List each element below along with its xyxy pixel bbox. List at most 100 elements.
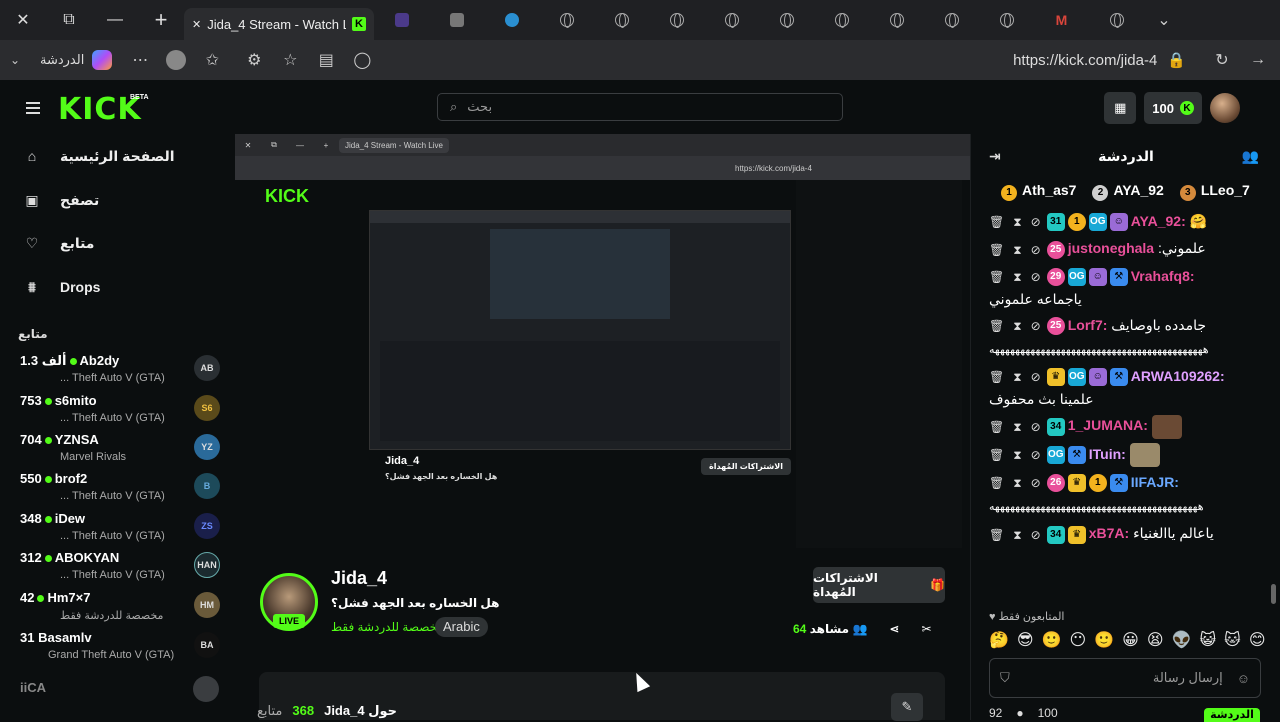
edit-button[interactable]: ✎	[891, 693, 923, 721]
emote[interactable]: 😊	[1249, 630, 1266, 650]
timeout-icon[interactable]: ⧗	[1013, 472, 1021, 494]
tab-7[interactable]	[649, 0, 704, 40]
top-gifter[interactable]: 3 LLeo_7	[1179, 182, 1250, 201]
tab-gmail[interactable]: M	[1034, 0, 1089, 40]
chat-scrollbar[interactable]	[1271, 584, 1276, 604]
share-icon[interactable]: ⋖	[889, 622, 899, 636]
channel-item[interactable]: 31 Basamlv Grand Theft Auto V (GTA) BA	[20, 630, 220, 666]
emote[interactable]: 😎	[1017, 630, 1034, 650]
emoji-icon[interactable]: ☺	[1237, 671, 1250, 686]
channel-item[interactable]: 312 ABOKYAN ... Theft Auto V (GTA) HAN	[20, 550, 220, 586]
tab-10[interactable]	[814, 0, 869, 40]
chat-username[interactable]: AYA_92:	[1131, 213, 1186, 229]
more-icon[interactable]: ⋯	[122, 40, 158, 80]
ban-icon[interactable]: ⊘	[1031, 211, 1041, 233]
top-gifter[interactable]: 1 Ath_as7	[1001, 182, 1076, 201]
url-field[interactable]: https://kick.com/jida-4 🔒	[1013, 40, 1186, 80]
sidebar-item-browse[interactable]: ▣ تصفح	[22, 190, 99, 210]
footer-avatar[interactable]	[193, 676, 219, 702]
new-tab-icon[interactable]: +	[138, 0, 184, 40]
delete-icon[interactable]: 🗑	[989, 239, 1004, 261]
forward-icon[interactable]: →	[1240, 40, 1276, 80]
chat-username[interactable]: ITuin:	[1089, 446, 1126, 462]
ban-icon[interactable]: ⊘	[1031, 266, 1041, 288]
ban-icon[interactable]: ⊘	[1031, 472, 1041, 494]
streamer-name[interactable]: Jida_4	[331, 568, 387, 589]
clip-icon[interactable]: ✂	[921, 622, 931, 636]
copilot-button[interactable]: الدردشة	[30, 50, 122, 70]
collapse-chat-icon[interactable]: ⇥	[989, 148, 1001, 165]
ban-icon[interactable]: ⊘	[1031, 239, 1041, 261]
timeout-icon[interactable]: ⧗	[1013, 524, 1021, 546]
sidebar-item-following[interactable]: ♡ متابع	[22, 233, 95, 253]
emote[interactable]: 🙂	[1042, 630, 1062, 650]
tab-5[interactable]	[539, 0, 594, 40]
reading-view-icon[interactable]: ▤	[308, 40, 344, 80]
delete-icon[interactable]: 🗑	[989, 472, 1004, 494]
timeout-icon[interactable]: ⧗	[1013, 315, 1021, 337]
delete-icon[interactable]: 🗑	[989, 524, 1004, 546]
sidebar-item-drops[interactable]: ⩩ Drops	[22, 277, 100, 297]
favorites-icon[interactable]: ✩	[194, 40, 230, 80]
ban-icon[interactable]: ⊘	[1031, 416, 1041, 438]
tab-6[interactable]	[594, 0, 649, 40]
tab-13[interactable]	[979, 0, 1034, 40]
close-window-icon[interactable]: ✕	[0, 0, 46, 40]
tab-list-chevron-icon[interactable]: ⌄	[1144, 0, 1184, 40]
ban-icon[interactable]: ⊘	[1031, 444, 1041, 466]
timeout-icon[interactable]: ⧗	[1013, 366, 1021, 388]
chat-username[interactable]: 1_JUMANA:	[1068, 417, 1148, 433]
tab-2[interactable]	[374, 0, 429, 40]
tab-active[interactable]: ✕ Jida_4 Stream - Watch Live K	[184, 8, 374, 40]
delete-icon[interactable]: 🗑	[989, 315, 1004, 337]
emote[interactable]: 👽	[1172, 630, 1192, 650]
emote[interactable]: 🙂	[1094, 630, 1114, 650]
timeout-icon[interactable]: ⧗	[1013, 266, 1021, 288]
chat-input[interactable]: ⛉ إرسال رسالة ☺	[989, 658, 1261, 698]
close-tab-icon[interactable]: ✕	[192, 18, 201, 31]
channel-item[interactable]: 1.3 ألف Ab2dy ... Theft Auto V (GTA) AB	[20, 353, 220, 389]
channel-item[interactable]: 348 iDew ... Theft Auto V (GTA) ZS	[20, 511, 220, 547]
tab-actions-icon[interactable]: ⧉	[46, 0, 92, 40]
extensions-icon[interactable]: ⚙	[236, 40, 272, 80]
channel-item[interactable]: 550 brof2 ... Theft Auto V (GTA) B	[20, 471, 220, 507]
menu-icon[interactable]	[26, 102, 40, 114]
stream-tag[interactable]: Arabic	[435, 617, 488, 637]
ban-icon[interactable]: ⊘	[1031, 315, 1041, 337]
chat-username[interactable]: Lorf7:	[1068, 317, 1108, 333]
tab-4[interactable]	[484, 0, 539, 40]
tab-12[interactable]	[924, 0, 979, 40]
search-input[interactable]: ⌕ بحث	[437, 93, 843, 121]
delete-icon[interactable]: 🗑	[989, 366, 1004, 388]
user-avatar[interactable]	[1210, 93, 1240, 123]
ban-icon[interactable]: ⊘	[1031, 366, 1041, 388]
timeout-icon[interactable]: ⧗	[1013, 239, 1021, 261]
tab-9[interactable]	[759, 0, 814, 40]
shield-icon[interactable]: ⛉	[1000, 670, 1010, 686]
delete-icon[interactable]: 🗑	[989, 211, 1004, 233]
dashboard-button[interactable]: ▦	[1104, 92, 1137, 124]
chat-username[interactable]: xB7A:	[1089, 525, 1129, 541]
timeout-icon[interactable]: ⧗	[1013, 416, 1021, 438]
channel-item[interactable]: 42 Hm7×7 مخصصة للدردشة فقط HM	[20, 590, 220, 626]
gift-subs-button[interactable]: الاشتراكات المُهداة 🎁	[813, 567, 945, 603]
chat-username[interactable]: ARWA109262:	[1131, 368, 1225, 384]
tab-3[interactable]	[429, 0, 484, 40]
timeout-icon[interactable]: ⧗	[1013, 444, 1021, 466]
delete-icon[interactable]: 🗑	[989, 266, 1004, 288]
emote[interactable]: 😀	[1122, 630, 1139, 650]
ban-icon[interactable]: ⊘	[1031, 524, 1041, 546]
emote[interactable]: 😫	[1147, 630, 1164, 650]
refresh-icon[interactable]: ↻	[1204, 40, 1240, 80]
sidebar-item-home[interactable]: ⌂ الصفحة الرئيسية	[22, 146, 175, 166]
chevron-down-icon[interactable]: ⌄	[0, 40, 30, 80]
timeout-icon[interactable]: ⧗	[1013, 211, 1021, 233]
channel-item[interactable]: 704 YZNSA Marvel Rivals YZ	[20, 432, 220, 468]
chat-username[interactable]: justoneghala	[1068, 240, 1154, 256]
emote[interactable]: 😺	[1199, 630, 1216, 650]
emote[interactable]: 🐱	[1224, 630, 1241, 650]
add-favorite-icon[interactable]: ☆	[272, 40, 308, 80]
video-player[interactable]: ✕ ⧉ — + Jida_4 Stream - Watch Live https…	[235, 134, 970, 548]
chat-username[interactable]: Vrahafq8:	[1131, 268, 1195, 284]
channel-item[interactable]: 753 s6mito ... Theft Auto V (GTA) S6	[20, 393, 220, 429]
